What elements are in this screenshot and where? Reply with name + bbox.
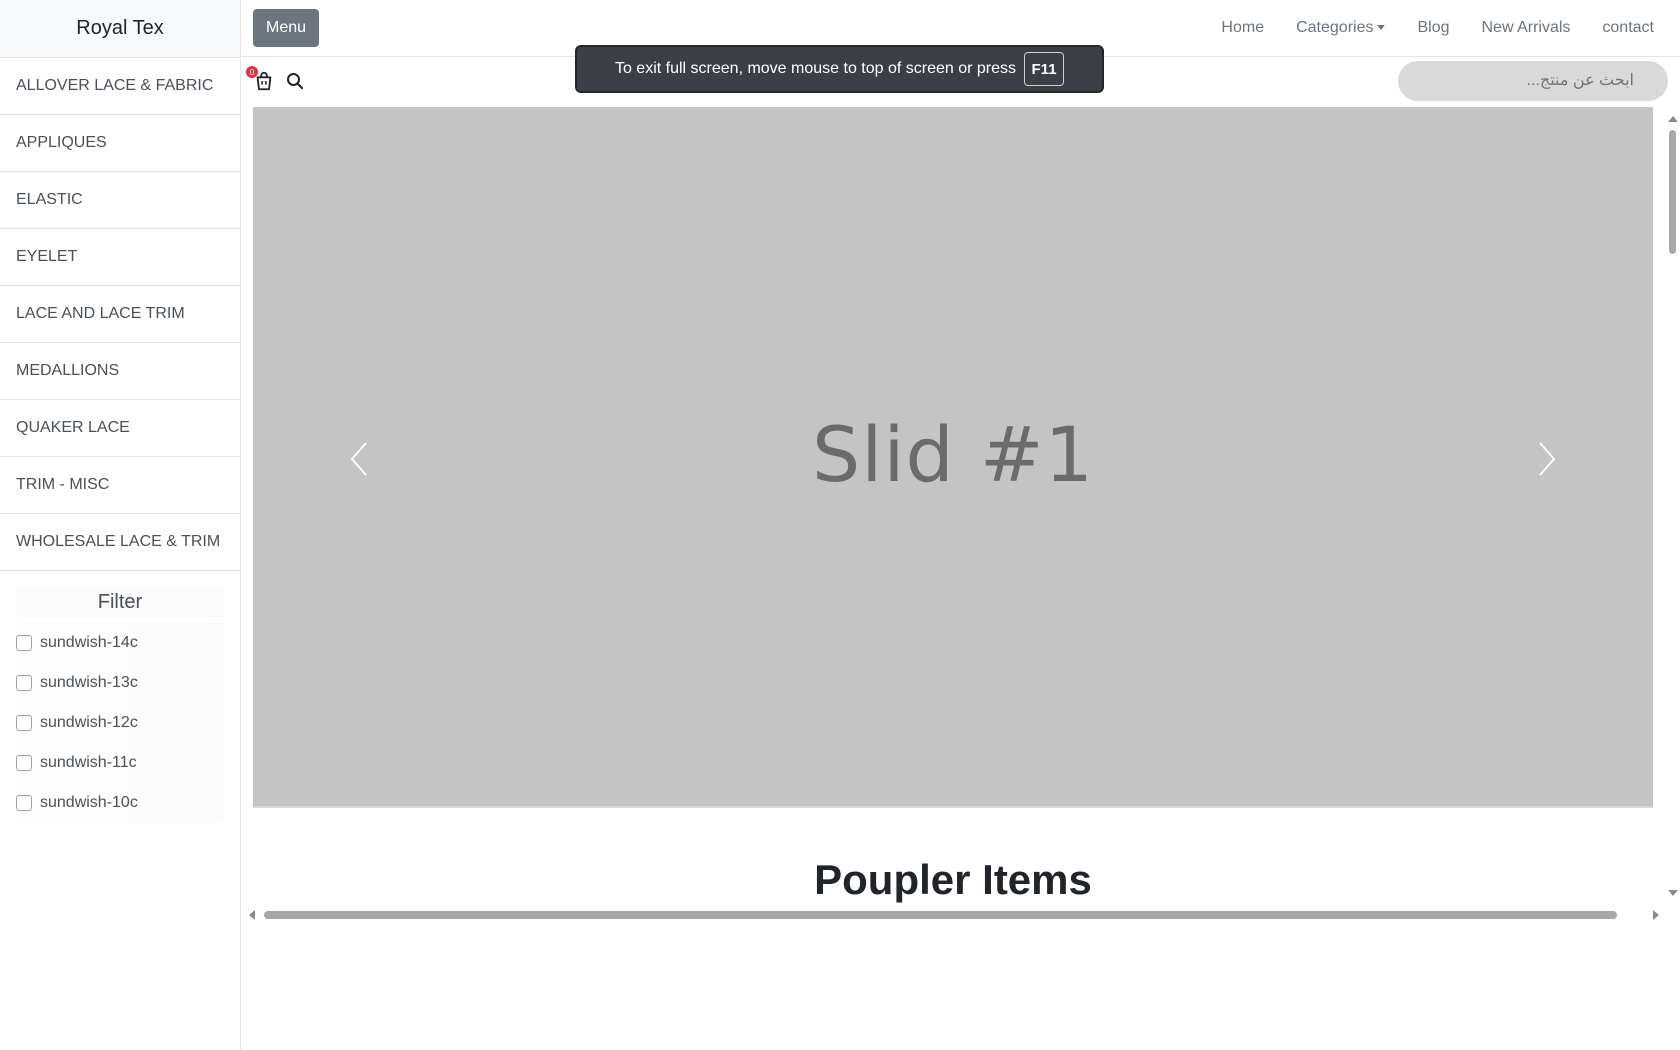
horizontal-scroll-thumb[interactable] <box>264 911 1617 919</box>
nav-contact[interactable]: contact <box>1602 19 1654 37</box>
category-item[interactable]: QUAKER LACE <box>0 400 240 457</box>
vertical-scroll-thumb[interactable] <box>1669 130 1676 254</box>
menu-button[interactable]: Menu <box>253 9 319 47</box>
f11-key-badge: F11 <box>1024 52 1065 86</box>
sidebar: Royal Tex ALLOVER LACE & FABRIC APPLIQUE… <box>0 0 241 1050</box>
nav-new-arrivals[interactable]: New Arrivals <box>1482 19 1571 37</box>
filter-checkbox[interactable] <box>16 715 32 731</box>
chevron-right-icon <box>1539 442 1556 476</box>
filter-option[interactable]: sundwish-13c <box>0 663 224 703</box>
filter-option-label: sundwish-10c <box>40 794 138 811</box>
scroll-down-icon[interactable] <box>1667 888 1679 898</box>
category-item[interactable]: LACE AND LACE TRIM <box>0 286 240 343</box>
search-input[interactable] <box>1398 61 1668 101</box>
filter-title: Filter <box>16 587 224 617</box>
filter-option[interactable]: sundwish-10c <box>0 783 224 823</box>
caret-down-icon <box>1377 25 1386 31</box>
search-icon[interactable] <box>286 72 304 90</box>
cart-count-badge: 0 <box>246 66 258 78</box>
nav-home[interactable]: Home <box>1221 19 1264 37</box>
filter-option[interactable]: sundwish-14c <box>0 623 224 663</box>
nav-categories[interactable]: Categories <box>1296 19 1386 37</box>
carousel-prev-button[interactable] <box>348 439 372 479</box>
scroll-up-icon[interactable] <box>1667 114 1679 124</box>
filter-list: sundwish-14c sundwish-13c sundwish-12c s… <box>0 623 240 823</box>
category-item[interactable]: WHOLESALE LACE & TRIM <box>0 514 240 571</box>
filter-option[interactable]: sundwish-11c <box>0 743 224 783</box>
filter-option-label: sundwish-12c <box>40 714 138 731</box>
vertical-scrollbar[interactable] <box>1664 110 1678 900</box>
nav-links: Home Categories Blog New Arrivals contac… <box>1221 0 1654 56</box>
scroll-left-icon[interactable] <box>247 909 257 921</box>
horizontal-scrollbar[interactable] <box>245 906 1663 922</box>
category-list: ALLOVER LACE & FABRIC APPLIQUES ELASTIC … <box>0 58 240 571</box>
fullscreen-exit-toast: To exit full screen, move mouse to top o… <box>575 45 1104 93</box>
category-item[interactable]: EYELET <box>0 229 240 286</box>
carousel-next-button[interactable] <box>1534 439 1558 479</box>
slide-label: Slid #1 <box>812 410 1094 499</box>
category-item[interactable]: MEDALLIONS <box>0 343 240 400</box>
filter-option-label: sundwish-13c <box>40 674 138 691</box>
filter-checkbox[interactable] <box>16 675 32 691</box>
category-item[interactable]: APPLIQUES <box>0 115 240 172</box>
nav-categories-label: Categories <box>1296 19 1374 36</box>
toast-message: To exit full screen, move mouse to top o… <box>614 60 1017 77</box>
category-item[interactable]: TRIM - MISC <box>0 457 240 514</box>
brand-logo[interactable]: Royal Tex <box>0 0 240 58</box>
filter-option-label: sundwish-14c <box>40 634 138 651</box>
scroll-right-icon[interactable] <box>1651 909 1661 921</box>
filter-checkbox[interactable] <box>16 795 32 811</box>
hero-carousel: Slid #1 <box>253 107 1653 808</box>
filter-checkbox[interactable] <box>16 635 32 651</box>
category-item[interactable]: ELASTIC <box>0 172 240 229</box>
section-title: Poupler Items <box>814 856 1092 903</box>
chevron-left-icon <box>350 442 367 476</box>
filter-option-label: sundwish-11c <box>40 754 137 771</box>
nav-blog[interactable]: Blog <box>1417 19 1449 37</box>
filter-option[interactable]: sundwish-12c <box>0 703 224 743</box>
category-item[interactable]: ALLOVER LACE & FABRIC <box>0 58 240 115</box>
filter-checkbox[interactable] <box>16 755 32 771</box>
